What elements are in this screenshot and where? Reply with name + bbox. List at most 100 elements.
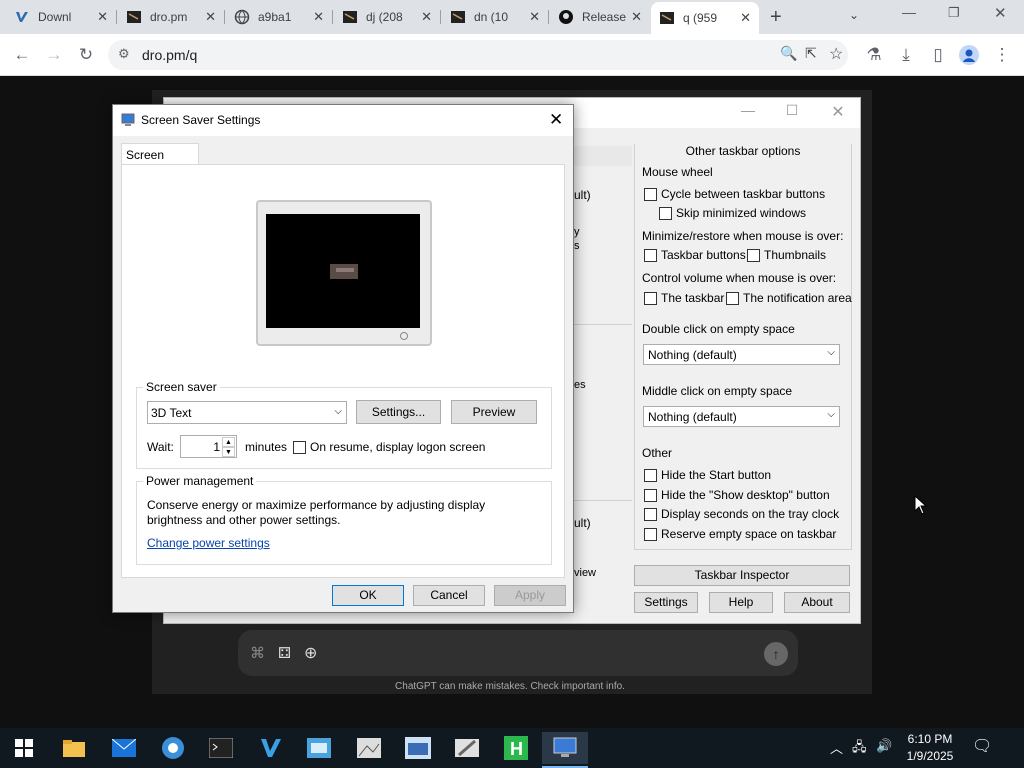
- zoom-icon[interactable]: 🔍: [780, 45, 797, 62]
- close-icon[interactable]: ✕: [529, 9, 540, 25]
- image-viewer-icon[interactable]: [351, 732, 387, 764]
- close-button[interactable]: ✕: [818, 102, 858, 124]
- checkbox[interactable]: [726, 291, 739, 305]
- reload-icon[interactable]: ↻: [72, 41, 100, 69]
- close-icon[interactable]: ✕: [631, 9, 642, 25]
- notification-area-checkbox-row[interactable]: The notification area: [726, 291, 852, 305]
- tools-icon[interactable]: ⚃: [278, 644, 291, 662]
- checkbox-label: Display seconds on the tray clock: [661, 507, 840, 521]
- address-bar[interactable]: ⚙ dro.pm/q 🔍 ⇱ ☆: [108, 40, 848, 70]
- screen-saver-app-icon[interactable]: [542, 732, 588, 764]
- tab-screen-saver[interactable]: Screen Saver: [121, 143, 199, 176]
- extensions-icon[interactable]: ⚗: [860, 41, 888, 69]
- resume-checkbox-row[interactable]: On resume, display logon screen: [293, 440, 485, 454]
- checkbox[interactable]: [644, 488, 657, 502]
- tab-dn[interactable]: dn (10 ✕: [442, 4, 548, 30]
- back-arrow-icon[interactable]: ←: [8, 41, 36, 69]
- network-icon[interactable]: 🖧: [852, 738, 867, 760]
- tab-dj[interactable]: dj (208 ✕: [334, 4, 440, 30]
- close-icon[interactable]: ✕: [740, 10, 751, 26]
- x64-app-icon[interactable]: [400, 732, 436, 764]
- screen-saver-dropdown[interactable]: 3D Text ⌵: [147, 401, 347, 424]
- share-icon[interactable]: ⇱: [805, 45, 817, 62]
- show-hidden-icons-chevron-icon[interactable]: ︿: [830, 738, 843, 757]
- send-arrow-icon[interactable]: ↑: [764, 642, 788, 666]
- about-button[interactable]: About: [784, 592, 850, 613]
- taskbar-inspector-button[interactable]: Taskbar Inspector: [634, 565, 850, 586]
- tab-release[interactable]: Release ✕: [550, 4, 650, 30]
- h-app-icon[interactable]: H: [498, 732, 534, 764]
- terminal-icon[interactable]: [203, 732, 239, 764]
- file-explorer-icon[interactable]: [56, 732, 92, 764]
- cycle-checkbox-row[interactable]: Cycle between taskbar buttons: [644, 187, 825, 201]
- paperclip-icon[interactable]: ⌘: [250, 644, 265, 662]
- checkbox[interactable]: [659, 206, 672, 220]
- middle-click-dropdown[interactable]: Nothing (default) ⌵: [643, 406, 840, 427]
- restore-button[interactable]: ❐: [948, 5, 960, 21]
- thumbnails-checkbox-row[interactable]: Thumbnails: [747, 248, 826, 262]
- browser-globe-icon[interactable]: [155, 732, 191, 764]
- maximize-button[interactable]: ☐: [772, 102, 812, 124]
- double-click-dropdown[interactable]: Nothing (default) ⌵: [643, 344, 840, 365]
- taskbar-buttons-checkbox-row[interactable]: Taskbar buttons: [644, 248, 746, 262]
- checkbox[interactable]: [747, 248, 760, 262]
- volume-icon[interactable]: 🔊: [876, 738, 892, 754]
- close-icon[interactable]: ✕: [313, 9, 324, 25]
- minimize-button[interactable]: —: [902, 4, 916, 20]
- settings-tool-icon[interactable]: [449, 732, 485, 764]
- notifications-icon[interactable]: 🗨: [972, 736, 992, 756]
- message-composer[interactable]: ⌘ ⚃ ⊕ ↑: [238, 630, 798, 676]
- menu-kebab-icon[interactable]: ⋮: [988, 41, 1016, 69]
- partial-text: es: [574, 379, 586, 391]
- checkbox[interactable]: [644, 507, 657, 521]
- reserve-space-checkbox-row[interactable]: Reserve empty space on taskbar: [644, 527, 836, 541]
- start-windows-icon[interactable]: [6, 732, 42, 764]
- checkbox[interactable]: [644, 187, 657, 201]
- forward-arrow-icon[interactable]: →: [40, 41, 68, 69]
- globe-search-icon[interactable]: ⊕: [304, 643, 317, 663]
- tab-a9ba1[interactable]: a9ba1 ✕: [226, 4, 332, 30]
- apply-button[interactable]: Apply: [494, 585, 566, 606]
- skip-minimized-checkbox-row[interactable]: Skip minimized windows: [659, 206, 806, 220]
- spin-up-icon[interactable]: ▲: [222, 437, 235, 447]
- checkbox[interactable]: [293, 440, 306, 454]
- close-window-button[interactable]: ✕: [994, 4, 1007, 22]
- the-taskbar-checkbox-row[interactable]: The taskbar: [644, 291, 724, 305]
- display-seconds-checkbox-row[interactable]: Display seconds on the tray clock: [644, 507, 839, 521]
- settings-button[interactable]: Settings...: [356, 400, 441, 424]
- chevron-down-icon[interactable]: ⌄: [849, 8, 859, 22]
- new-tab-button[interactable]: +: [770, 6, 782, 29]
- profile-avatar-icon[interactable]: [955, 41, 983, 69]
- checkbox[interactable]: [644, 248, 657, 262]
- checkbox[interactable]: [644, 527, 657, 541]
- change-power-settings-link[interactable]: Change power settings: [147, 536, 270, 550]
- vs-app-icon[interactable]: [253, 732, 289, 764]
- tab-dro-pm[interactable]: dro.pm ✕: [118, 4, 224, 30]
- preview-button[interactable]: Preview: [451, 400, 537, 424]
- control-panel-icon[interactable]: [301, 732, 337, 764]
- download-icon[interactable]: ⤓: [892, 41, 920, 69]
- close-icon[interactable]: ✕: [549, 110, 563, 130]
- side-panel-icon[interactable]: ▯: [924, 41, 952, 69]
- checkbox[interactable]: [644, 291, 657, 305]
- clock[interactable]: 6:10 PM 1/9/2025: [900, 731, 960, 765]
- hide-show-desktop-checkbox-row[interactable]: Hide the "Show desktop" button: [644, 488, 830, 502]
- spin-down-icon[interactable]: ▼: [222, 447, 235, 457]
- tab-q-active[interactable]: q (959 ✕: [651, 2, 759, 34]
- dialog-titlebar: Screen Saver Settings ✕: [113, 105, 573, 136]
- settings-button[interactable]: Settings: [634, 592, 698, 613]
- checkbox[interactable]: [644, 468, 657, 482]
- mail-icon[interactable]: [106, 732, 142, 764]
- close-icon[interactable]: ✕: [97, 9, 108, 25]
- wait-spinner[interactable]: 1 ▲ ▼: [180, 435, 237, 458]
- close-icon[interactable]: ✕: [205, 9, 216, 25]
- hide-start-checkbox-row[interactable]: Hide the Start button: [644, 468, 771, 482]
- tab-downloads[interactable]: Downl ✕: [6, 4, 116, 30]
- close-icon[interactable]: ✕: [421, 9, 432, 25]
- ok-button[interactable]: OK: [332, 585, 404, 606]
- bookmark-star-icon[interactable]: ☆: [829, 44, 843, 64]
- minimize-button[interactable]: —: [728, 102, 768, 124]
- site-info-icon[interactable]: ⚙: [118, 46, 130, 62]
- cancel-button[interactable]: Cancel: [413, 585, 485, 606]
- help-button[interactable]: Help: [709, 592, 773, 613]
